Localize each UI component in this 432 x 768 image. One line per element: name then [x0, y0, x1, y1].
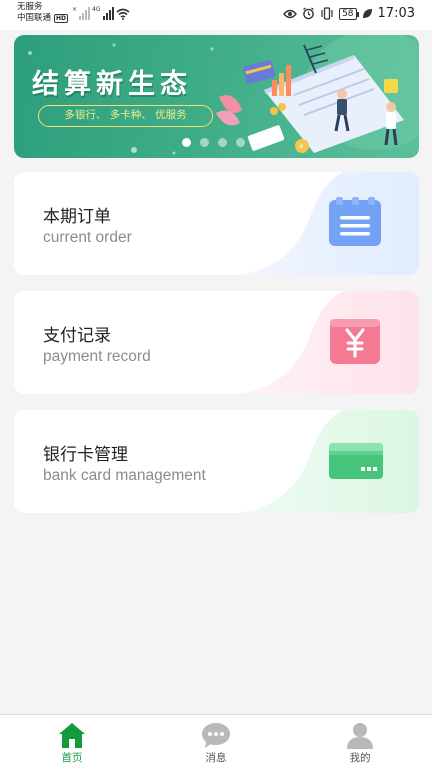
document-list-icon	[329, 197, 381, 246]
signal-bars-icon	[79, 7, 91, 20]
payment-record-card[interactable]: 支付记录 payment record	[14, 291, 419, 394]
card-title: 银行卡管理	[43, 445, 128, 465]
banner-title: 结算新生态	[32, 69, 192, 100]
card-subtitle: bank card management	[43, 467, 206, 484]
battery-indicator: 58	[339, 7, 360, 20]
alarm-icon	[303, 7, 314, 20]
promo-banner[interactable]: 结算新生态 多银行、 多卡种、 优服务 ¥	[14, 35, 419, 158]
carousel-dot[interactable]	[218, 138, 227, 147]
leaf-icon	[362, 9, 372, 18]
vibrate-icon	[321, 7, 333, 20]
nav-item-messages[interactable]: 消息	[144, 715, 288, 768]
clock-time: 17:03	[377, 6, 415, 21]
bottom-navigation: 首页 消息 我的	[0, 714, 432, 768]
card-subtitle: payment record	[43, 348, 151, 365]
card-title: 支付记录	[43, 326, 111, 346]
network-type-tag: 4G	[92, 6, 101, 13]
nav-label: 首页	[61, 752, 83, 764]
carousel-indicator[interactable]	[182, 138, 245, 147]
message-icon	[202, 723, 230, 748]
nav-item-home[interactable]: 首页	[0, 715, 144, 768]
wifi-icon	[115, 8, 130, 20]
card-title: 本期订单	[43, 207, 111, 227]
current-order-card[interactable]: 本期订单 current order	[14, 172, 419, 275]
svg-text:¥: ¥	[299, 143, 304, 151]
carrier-line-1: 无服务	[17, 2, 43, 12]
status-bar: 无服务 中国联通 HD × 4G 58 17:03	[0, 0, 432, 30]
yuan-receipt-icon	[330, 319, 380, 364]
carousel-dot[interactable]	[236, 138, 245, 147]
nav-label: 我的	[349, 752, 371, 764]
bank-card-icon	[329, 443, 383, 479]
bank-card-management-card[interactable]: 银行卡管理 bank card management	[14, 410, 419, 513]
banner-tagline: 多银行、 多卡种、 优服务	[38, 105, 213, 127]
status-right: 58 17:03	[283, 6, 415, 21]
signal-indicators: × 4G	[72, 6, 130, 20]
no-signal-tag: ×	[72, 6, 78, 13]
carousel-dot[interactable]	[200, 138, 209, 147]
card-subtitle: current order	[43, 229, 132, 246]
carrier-info: 无服务 中国联通 HD	[17, 2, 69, 24]
carrier-line-2: 中国联通	[17, 13, 52, 23]
home-icon	[59, 723, 85, 748]
nav-label: 消息	[205, 752, 227, 764]
nav-item-profile[interactable]: 我的	[288, 715, 432, 768]
hd-badge: HD	[54, 14, 69, 23]
carousel-dot[interactable]	[182, 138, 191, 147]
eye-icon	[283, 9, 298, 18]
signal-bars-icon	[102, 7, 114, 20]
profile-icon	[347, 723, 373, 749]
